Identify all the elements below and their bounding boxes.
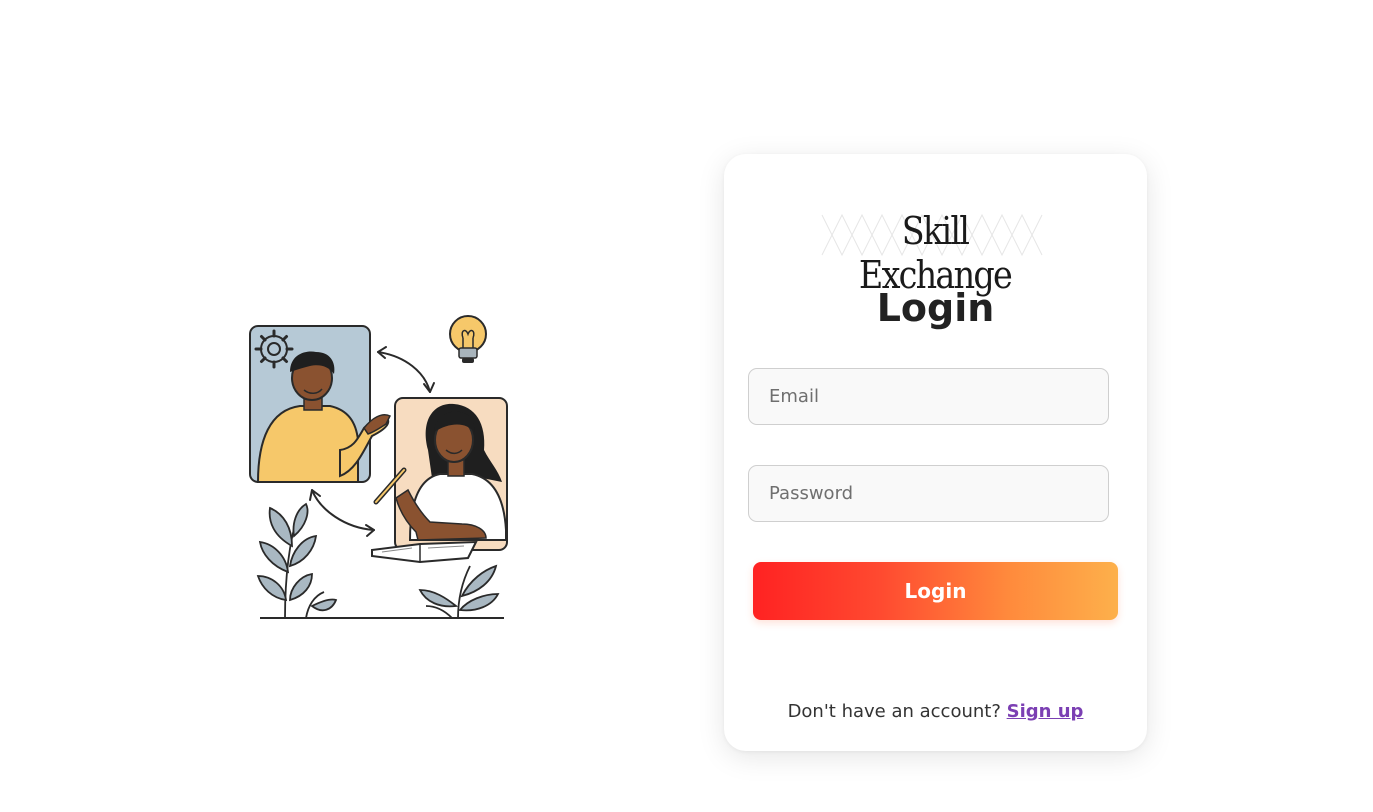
brand-name: Skill Exchange	[858, 209, 1013, 297]
email-field[interactable]	[748, 368, 1109, 425]
lightbulb-icon	[449, 315, 487, 363]
password-field[interactable]	[748, 465, 1109, 522]
brand-logo: Skill Exchange	[812, 205, 1058, 297]
woman-panel	[373, 397, 508, 551]
login-title: Login	[876, 286, 995, 330]
signup-prompt-line: Don't have an account? Sign up	[724, 701, 1147, 722]
signup-link[interactable]: Sign up	[1007, 701, 1084, 722]
book-icon	[371, 540, 478, 564]
man-panel	[249, 325, 392, 483]
login-page: Skill Exchange Login Login Don't have an…	[0, 0, 1373, 812]
login-button[interactable]: Login	[753, 562, 1118, 620]
skill-exchange-illustration	[249, 315, 508, 619]
signup-prompt: Don't have an account?	[787, 701, 1001, 722]
